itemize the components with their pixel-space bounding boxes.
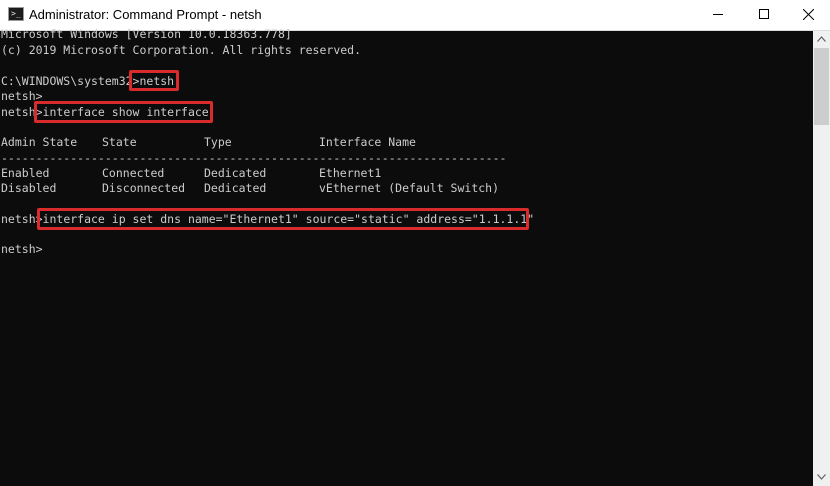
column-header: Type [204, 135, 232, 149]
type-cell: Dedicated [204, 166, 267, 180]
state-cell: Connected [102, 166, 165, 180]
prompt: C:\WINDOWS\system32> [1, 74, 140, 88]
highlight-box [34, 101, 213, 123]
interface-name-cell: vEthernet (Default Switch) [319, 181, 500, 195]
window-title: Administrator: Command Prompt - netsh [29, 7, 262, 22]
version-line: Microsoft Windows [Version 10.0.18363.77… [1, 27, 292, 41]
table-separator: ----------------------------------------… [1, 151, 507, 165]
command-prompt-window: >_ Administrator: Command Prompt - netsh… [0, 0, 830, 486]
chevron-up-icon [817, 36, 826, 42]
column-header: Admin State [1, 135, 78, 149]
minimize-icon [713, 14, 723, 15]
close-icon [803, 9, 814, 20]
highlight-box [129, 70, 179, 91]
maximize-button[interactable] [741, 0, 787, 30]
minimize-button[interactable] [695, 0, 741, 30]
column-header: State [102, 135, 137, 149]
column-header: Interface Name [319, 135, 416, 149]
interface-name-cell: Ethernet1 [319, 166, 382, 180]
cmd-icon[interactable]: >_ [8, 7, 24, 21]
final-prompt-line: netsh> [1, 242, 43, 256]
admin-state-cell: Enabled [1, 166, 50, 180]
copyright-line: (c) 2019 Microsoft Corporation. All righ… [1, 43, 362, 57]
maximize-icon [759, 9, 769, 19]
chevron-down-icon [817, 474, 826, 480]
scroll-down-button[interactable] [813, 469, 830, 486]
state-cell: Disconnected [102, 181, 186, 195]
table-row: Enabled Connected Dedicated Ethernet1 [1, 165, 601, 181]
table-row: Disabled Disconnected Dedicated vEtherne… [1, 180, 601, 196]
scroll-up-button[interactable] [813, 31, 830, 48]
vertical-scrollbar[interactable] [813, 31, 830, 486]
console-output[interactable]: Microsoft Windows [Version 10.0.18363.77… [0, 27, 812, 486]
type-cell: Dedicated [204, 181, 267, 195]
table-header-row: Admin State State Type Interface Name [1, 134, 601, 150]
highlight-box [37, 208, 529, 230]
scroll-thumb[interactable] [814, 48, 829, 125]
admin-state-cell: Disabled [1, 181, 57, 195]
close-button[interactable] [787, 0, 830, 30]
